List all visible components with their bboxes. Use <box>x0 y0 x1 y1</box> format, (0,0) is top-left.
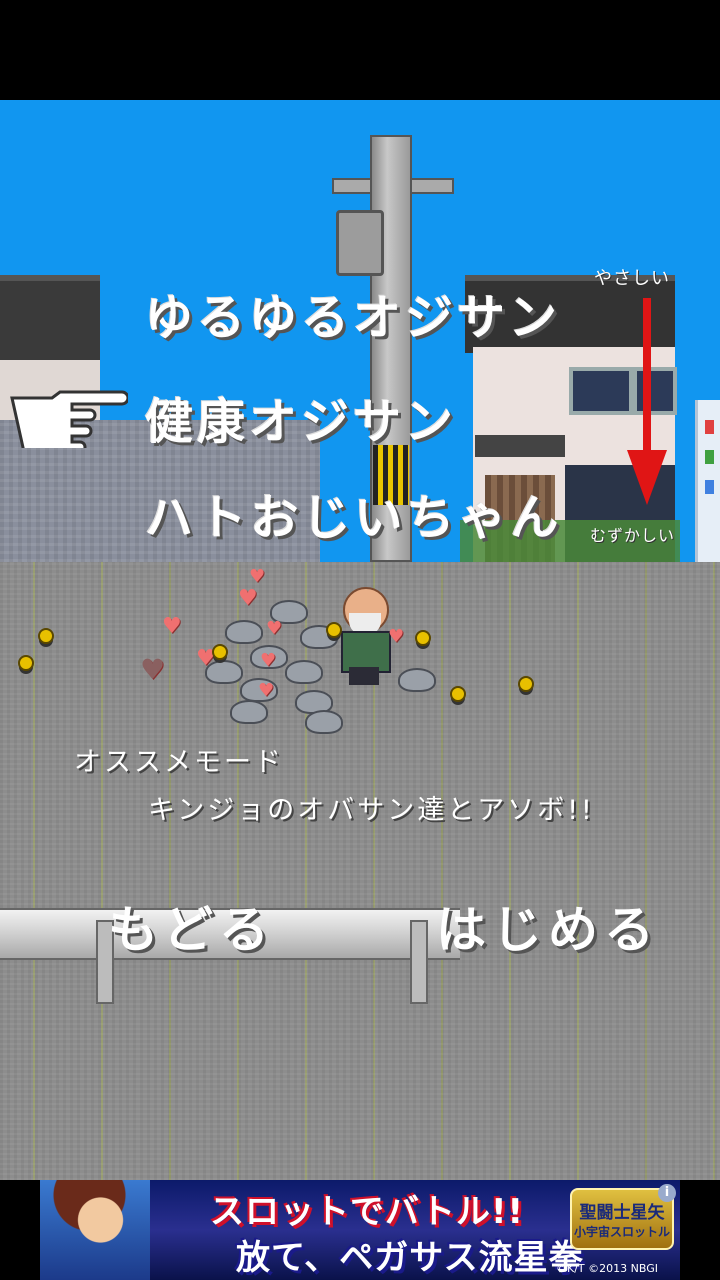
back-button[interactable]: もどる <box>108 890 275 962</box>
pigeon <box>398 668 436 692</box>
option-yuruyuru[interactable]: ゆるゆるオジサン <box>145 278 561 348</box>
seed <box>450 686 466 702</box>
heart-icon: ♥ <box>266 618 283 639</box>
heart-icon: ♥ <box>140 653 166 686</box>
heart-icon: ♥ <box>238 586 258 611</box>
heart-icon: ♥ <box>388 626 405 647</box>
ojisan-character <box>335 587 395 685</box>
ad-headline: スロットでバトル!! <box>210 1192 525 1232</box>
seed <box>518 676 534 692</box>
ad-subheadline: 放て、ペガサス流星拳 <box>236 1238 584 1278</box>
seed <box>212 644 228 660</box>
seed <box>38 628 54 644</box>
pigeon <box>225 620 263 644</box>
vending-machine <box>695 400 720 562</box>
seed <box>415 630 431 646</box>
seed <box>326 622 342 638</box>
difficulty-hard-label: むずかしい <box>590 526 676 545</box>
seed <box>18 655 34 671</box>
pointing-hand-icon <box>10 390 128 448</box>
difficulty-easy-label: やさしい <box>594 268 670 289</box>
start-button[interactable]: はじめる <box>436 890 660 962</box>
ad-character-image <box>40 1180 150 1280</box>
difficulty-arrow-head <box>627 450 667 505</box>
guardrail-post <box>410 920 428 1004</box>
status-bar <box>0 0 720 100</box>
heart-icon: ♥ <box>162 614 182 639</box>
transformer <box>336 210 384 276</box>
heart-icon: ♥ <box>260 650 277 671</box>
pigeon <box>305 710 343 734</box>
ad-info-icon[interactable]: i <box>658 1184 676 1202</box>
difficulty-arrow <box>643 298 651 463</box>
recommend-title: オススメモード <box>74 747 284 778</box>
pigeon <box>230 700 268 724</box>
ad-banner[interactable]: スロットでバトル!! 放て、ペガサス流星拳 聖闘士星矢 小宇宙スロットル ©K/… <box>40 1180 680 1280</box>
ad-copyright: ©K/T ©2013 NBGI <box>556 1262 658 1275</box>
game-scene: ゆるゆるオジサン 健康オジサン ハトおじいちゃん やさしい むずかしい ♥ ♥ … <box>0 100 720 1180</box>
heart-icon: ♥ <box>249 566 266 587</box>
pigeon <box>285 660 323 684</box>
option-hato[interactable]: ハトおじいちゃん <box>145 478 562 548</box>
heart-icon: ♥ <box>258 680 275 701</box>
recommend-text: キンジョのオバサン達とアソボ!! <box>148 795 595 826</box>
option-kenkou[interactable]: 健康オジサン <box>145 382 457 452</box>
